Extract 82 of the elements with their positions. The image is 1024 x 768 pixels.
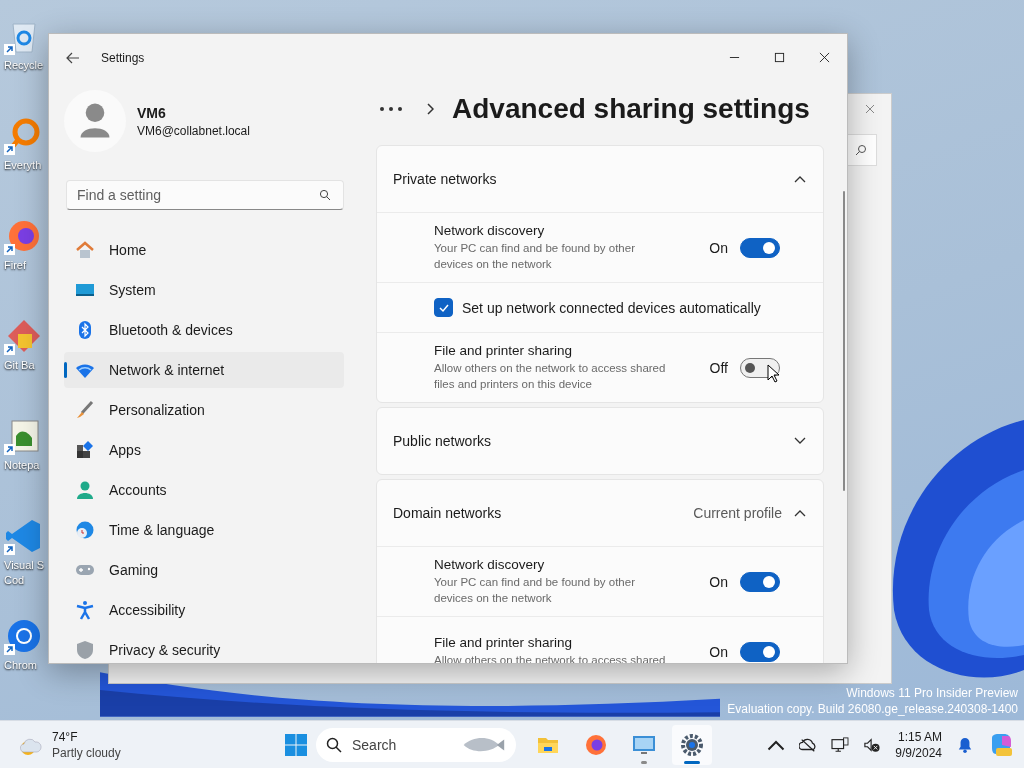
toggle-state-label: On: [709, 643, 728, 660]
taskbar-app[interactable]: [672, 724, 712, 765]
time-icon: [75, 520, 95, 540]
setting-description: Your PC can find and be found by other devices on the network: [434, 241, 636, 272]
apps-icon: [75, 440, 95, 460]
sidebar-item[interactable]: Privacy & security: [64, 632, 344, 663]
bell-icon[interactable]: [956, 736, 974, 753]
section-title: Domain networks: [393, 505, 503, 521]
sidebar-item[interactable]: Network & internet: [64, 352, 344, 388]
setting-title: Network discovery: [434, 557, 546, 572]
speaker-muted-icon[interactable]: [863, 736, 882, 753]
avatar-icon: [64, 90, 126, 152]
page-title: Advanced sharing settings: [452, 93, 810, 125]
sidebar-item[interactable]: Bluetooth & devices: [64, 312, 344, 348]
browser-icon: [584, 732, 608, 757]
checkbox-label: Set up network connected devices automatically: [462, 299, 761, 316]
shortcut-label: Notepa: [4, 458, 40, 473]
toggle-state-label: Off: [709, 359, 728, 376]
network-monitor-icon[interactable]: [831, 736, 850, 753]
sidebar-item[interactable]: Accounts: [64, 472, 344, 508]
chevron-right-icon: [426, 103, 434, 115]
sidebar-item[interactable]: Home: [64, 232, 344, 268]
accounts-icon: [75, 480, 95, 500]
profile-status: Current profile: [693, 505, 782, 521]
window-title: Settings: [101, 50, 145, 65]
sidebar-item[interactable]: Accessibility: [64, 592, 344, 628]
section-header[interactable]: Private networks: [377, 146, 823, 212]
watermark-text: Windows 11 Pro Insider Preview: [846, 685, 1018, 701]
search-icon[interactable]: [319, 189, 331, 201]
toggle-state-label: On: [709, 239, 728, 256]
watermark-text: Evaluation copy. Build 26080.ge_release.240308-1400: [727, 701, 1018, 717]
setting-description: Allow others on the network to access shared files and printers on this device: [434, 361, 666, 392]
toggle-state-label: On: [709, 573, 728, 590]
chevron-up-icon[interactable]: [794, 175, 806, 183]
chevron-down-icon[interactable]: [794, 437, 806, 445]
sidebar-item[interactable]: Time & language: [64, 512, 344, 548]
checkbox[interactable]: [434, 298, 453, 317]
section-header[interactable]: Public networks: [377, 408, 823, 474]
setting-title: Network discovery: [434, 223, 546, 238]
sidebar-item[interactable]: Apps: [64, 432, 344, 468]
setting-title: File and printer sharing: [434, 635, 574, 650]
close-icon[interactable]: [819, 52, 830, 63]
shortcut-label: Chrom: [4, 658, 37, 673]
sidebar-item[interactable]: System: [64, 272, 344, 308]
back-arrow-icon[interactable]: [66, 51, 80, 64]
cloud-off-icon[interactable]: [799, 736, 818, 753]
toggle-switch[interactable]: [740, 641, 780, 662]
taskbar-search[interactable]: Search: [316, 727, 516, 762]
temperature: 74°F: [52, 728, 79, 745]
start-icon[interactable]: [284, 732, 308, 757]
toggle-switch[interactable]: [740, 357, 780, 378]
gear-icon: [680, 732, 704, 757]
mouse-pointer-icon: [767, 364, 779, 383]
setting-description: Your PC can find and be found by other devices on the network: [434, 575, 636, 606]
clock[interactable]: 1:15 AM 9/9/2024: [895, 728, 942, 761]
section-title: Public networks: [393, 433, 493, 449]
weather-condition: Partly cloudy: [52, 744, 121, 761]
shortcut-label: Git Ba: [4, 358, 35, 373]
home-icon: [75, 240, 95, 260]
more-icon[interactable]: [379, 106, 403, 112]
shortcut-label: Visual S Cod: [4, 558, 45, 588]
section-header[interactable]: Domain networks Current profile: [377, 480, 823, 546]
section-title: Private networks: [393, 171, 498, 187]
sidebar-item[interactable]: Personalization: [64, 392, 344, 428]
shortcut-label: Everyth: [4, 158, 42, 173]
shield-icon: [75, 640, 95, 660]
toggle-switch[interactable]: [740, 571, 780, 592]
search-field[interactable]: Find a setting: [66, 180, 344, 210]
user-email: VM6@collabnet.local: [137, 123, 250, 138]
maximize-icon[interactable]: [774, 52, 785, 63]
shortcut-label: Recycle: [4, 58, 44, 73]
shortcut-label: Firef: [4, 258, 26, 273]
search-icon: [326, 736, 342, 753]
sidebar-item[interactable]: Gaming: [64, 552, 344, 588]
accessibility-icon: [75, 600, 95, 620]
setting-title: File and printer sharing: [434, 343, 574, 358]
scrollbar[interactable]: [843, 191, 845, 491]
toggle-switch[interactable]: [740, 237, 780, 258]
user-name: VM6: [137, 104, 167, 121]
search-icon: [855, 144, 867, 156]
brush-icon: [75, 400, 95, 420]
chevron-up-icon[interactable]: [794, 509, 806, 517]
